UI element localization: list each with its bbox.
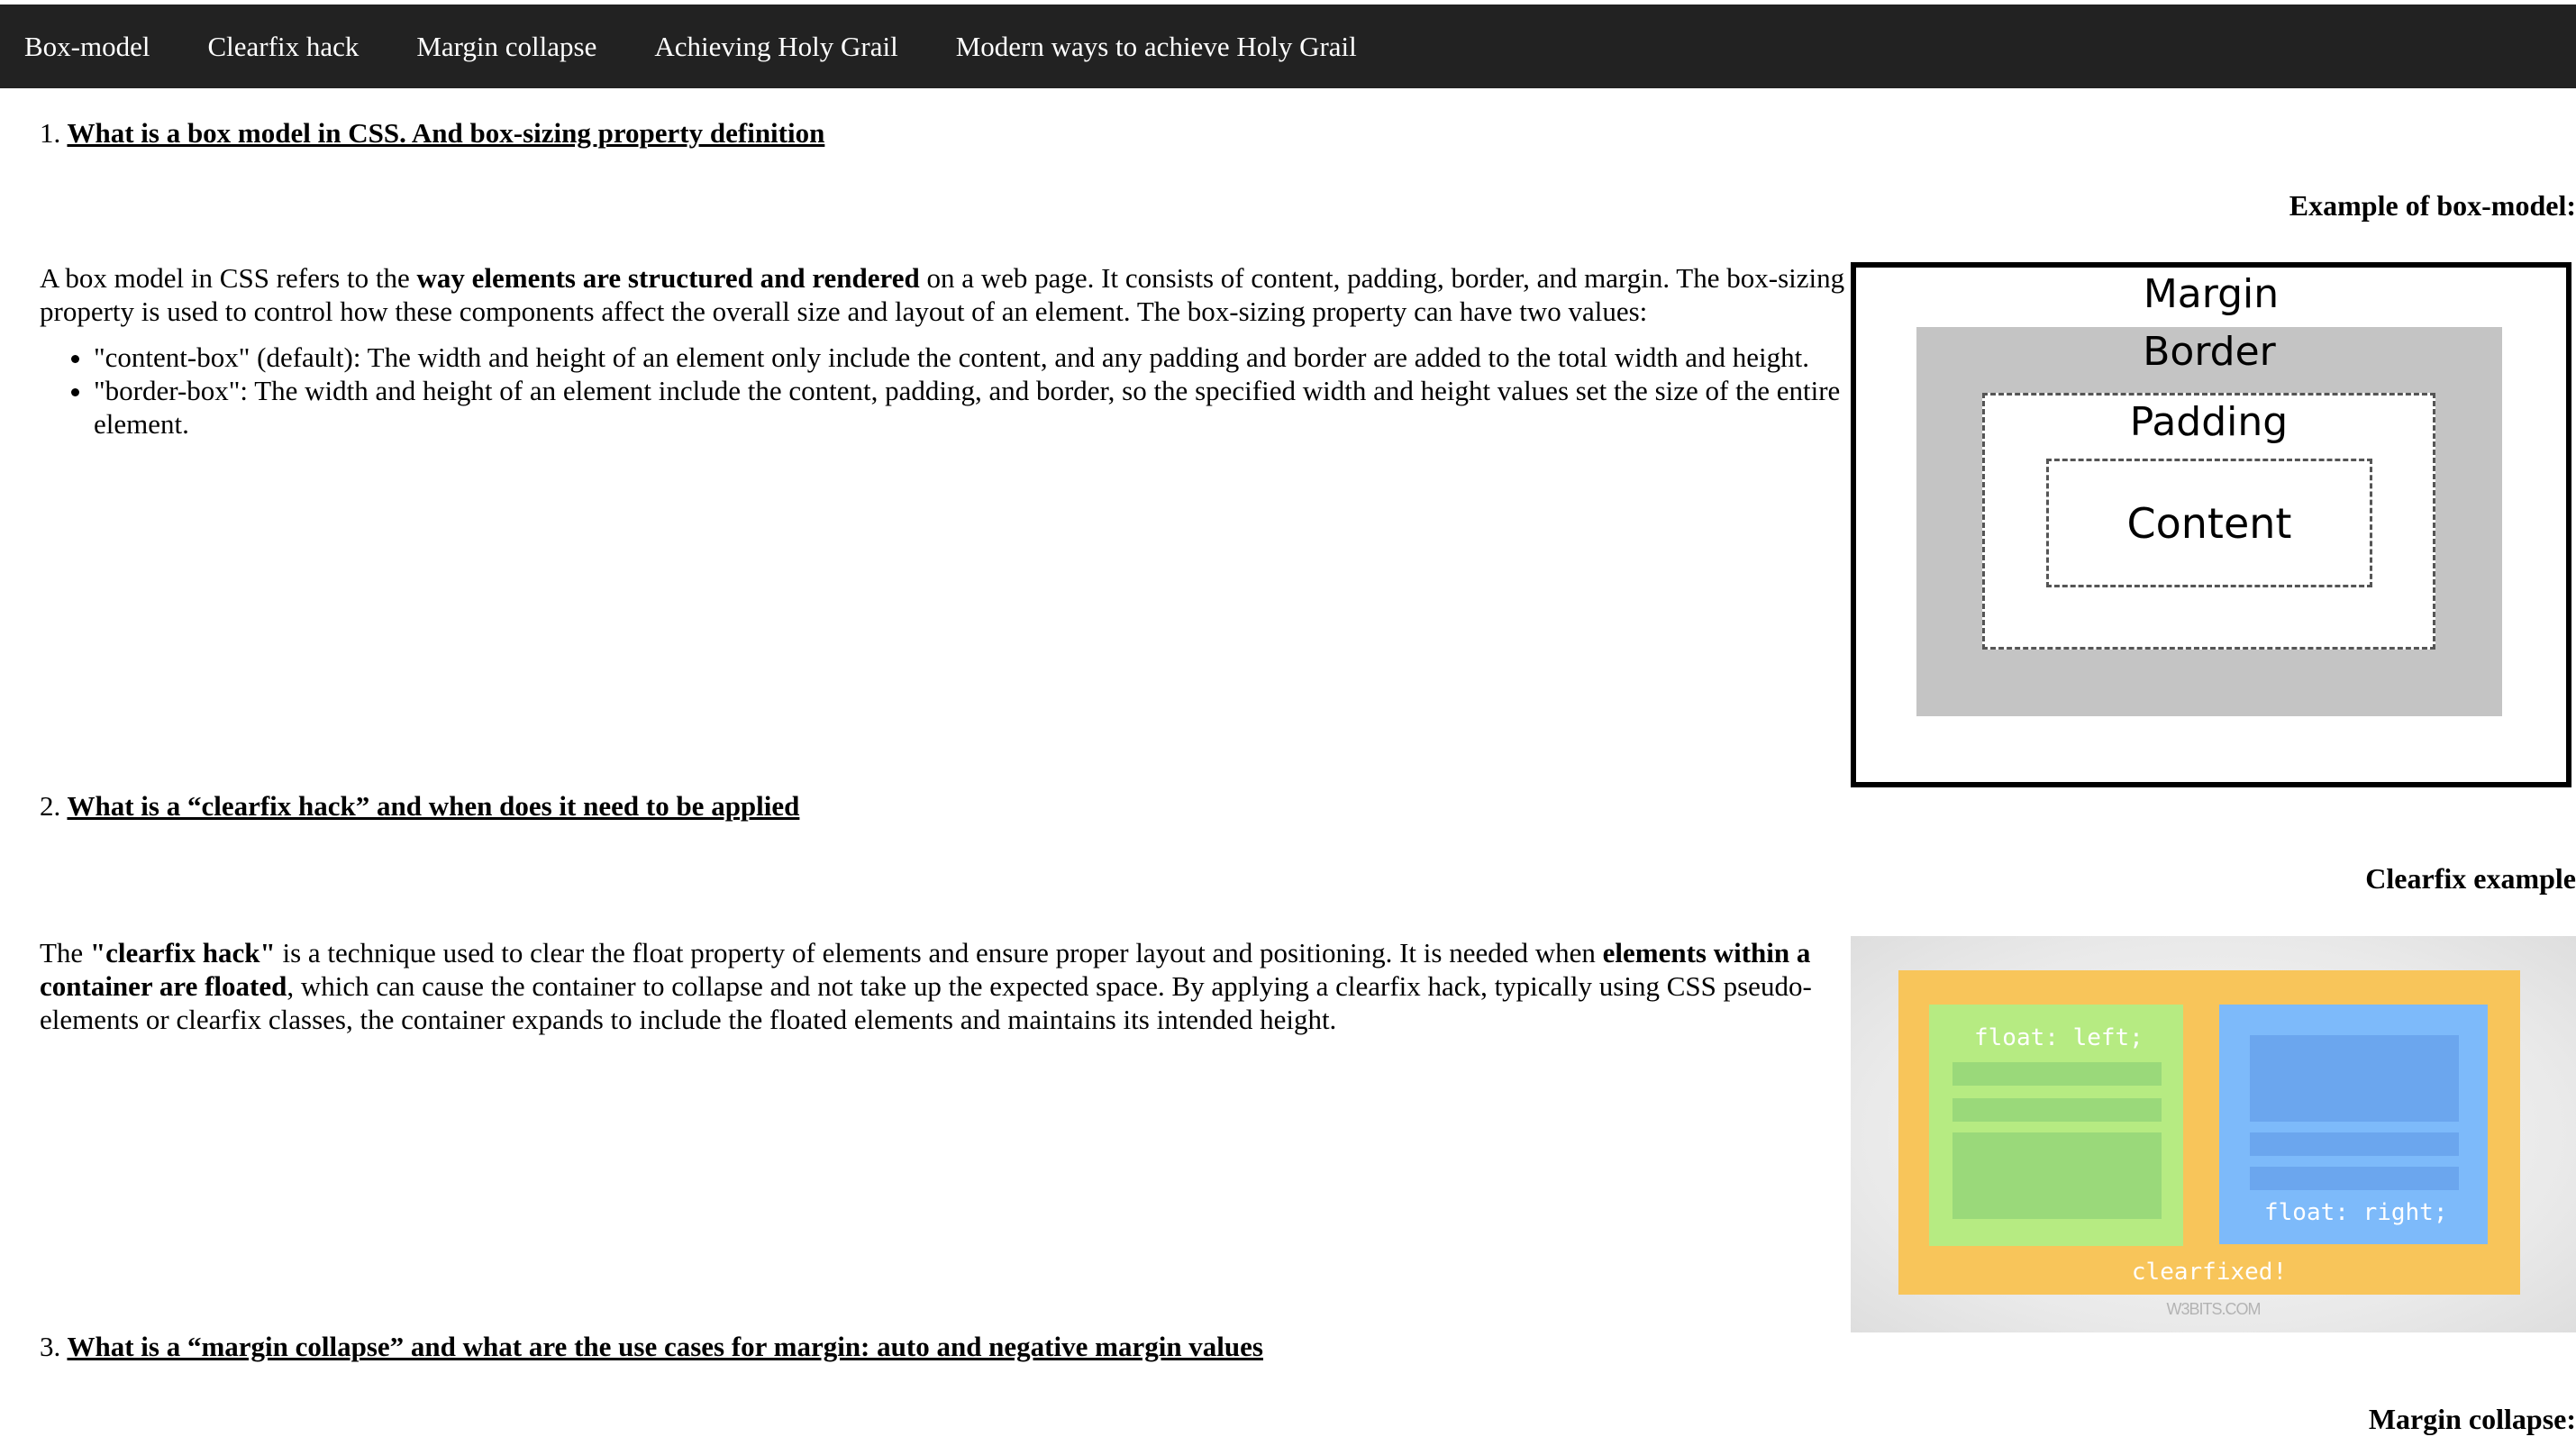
placeholder-block xyxy=(1952,1132,2162,1219)
section-1-heading: 1. What is a box model in CSS. And box-s… xyxy=(40,117,824,150)
box-model-text-1: A box model in CSS refers to the xyxy=(40,262,417,294)
box-model-figure: Margin Border Padding Content xyxy=(1851,262,2571,787)
box-sizing-list: "content-box" (default): The width and h… xyxy=(40,341,1851,441)
nav-link-holy-grail[interactable]: Achieving Holy Grail xyxy=(629,31,921,63)
clearfix-caption: Clearfix example xyxy=(2365,862,2576,895)
border-area: Border Padding Content xyxy=(1916,327,2502,716)
nav-link-margin-collapse[interactable]: Margin collapse xyxy=(391,31,620,63)
section-2-heading: 2. What is a “clearfix hack” and when do… xyxy=(40,790,799,823)
section-1-number: 1. xyxy=(40,117,61,149)
section-3-title[interactable]: What is a “margin collapse” and what are… xyxy=(67,1331,1263,1362)
clearfix-paragraph: The "clearfix hack" is a technique used … xyxy=(40,936,1851,1036)
section-1-title[interactable]: What is a box model in CSS. And box-sizi… xyxy=(67,117,824,149)
margin-label: Margin xyxy=(2143,271,2280,317)
placeholder-bar xyxy=(2250,1132,2459,1156)
nav-link-box-model[interactable]: Box-model xyxy=(0,31,174,63)
nav-link-modern-holy-grail[interactable]: Modern ways to achieve Holy Grail xyxy=(931,31,1380,63)
top-nav: Box-model Clearfix hack Margin collapse … xyxy=(0,5,2576,88)
float-left-box: float: left; xyxy=(1929,1005,2183,1246)
nav-link-clearfix-hack[interactable]: Clearfix hack xyxy=(183,31,383,63)
clearfix-text-1: The xyxy=(40,937,90,968)
placeholder-bar xyxy=(1952,1062,2162,1086)
list-item: "border-box": The width and height of an… xyxy=(94,374,1851,441)
border-label: Border xyxy=(2143,329,2276,375)
section-3-number: 3. xyxy=(40,1331,61,1362)
section-3-heading: 3. What is a “margin collapse” and what … xyxy=(40,1331,1263,1363)
float-right-label: float: right; xyxy=(2264,1199,2448,1226)
placeholder-bar xyxy=(2250,1167,2459,1190)
box-model-caption: Example of box-model: xyxy=(2289,189,2576,222)
clearfix-text-3: , which can cause the container to colla… xyxy=(40,970,1812,1035)
clearfix-text-bold-1: "clearfix hack" xyxy=(89,937,276,968)
clearfix-container: float: left; float: right; clearfixed! xyxy=(1898,970,2520,1295)
float-left-label: float: left; xyxy=(1974,1024,2144,1051)
content-label: Content xyxy=(2126,498,2292,548)
section-2-number: 2. xyxy=(40,790,61,822)
placeholder-block xyxy=(2250,1035,2459,1122)
box-model-paragraph: A box model in CSS refers to the way ele… xyxy=(40,261,1851,441)
margin-collapse-caption: Margin collapse: xyxy=(2368,1403,2576,1435)
padding-area: Padding Content xyxy=(1982,393,2435,650)
box-model-text-bold: way elements are structured and rendered xyxy=(416,262,920,294)
clearfix-text-2: is a technique used to clear the float p… xyxy=(275,937,1603,968)
placeholder-bar xyxy=(1952,1098,2162,1122)
padding-label: Padding xyxy=(2129,399,2289,445)
clearfix-figure: float: left; float: right; clearfixed! W… xyxy=(1851,936,2576,1332)
clearfixed-label: clearfixed! xyxy=(2131,1259,2288,1286)
list-item: "content-box" (default): The width and h… xyxy=(94,341,1851,374)
float-right-box: float: right; xyxy=(2219,1005,2488,1244)
content-area: Content xyxy=(2046,459,2372,587)
section-2-title[interactable]: What is a “clearfix hack” and when does … xyxy=(67,790,799,822)
watermark: W3BITS.COM xyxy=(2166,1300,2261,1318)
